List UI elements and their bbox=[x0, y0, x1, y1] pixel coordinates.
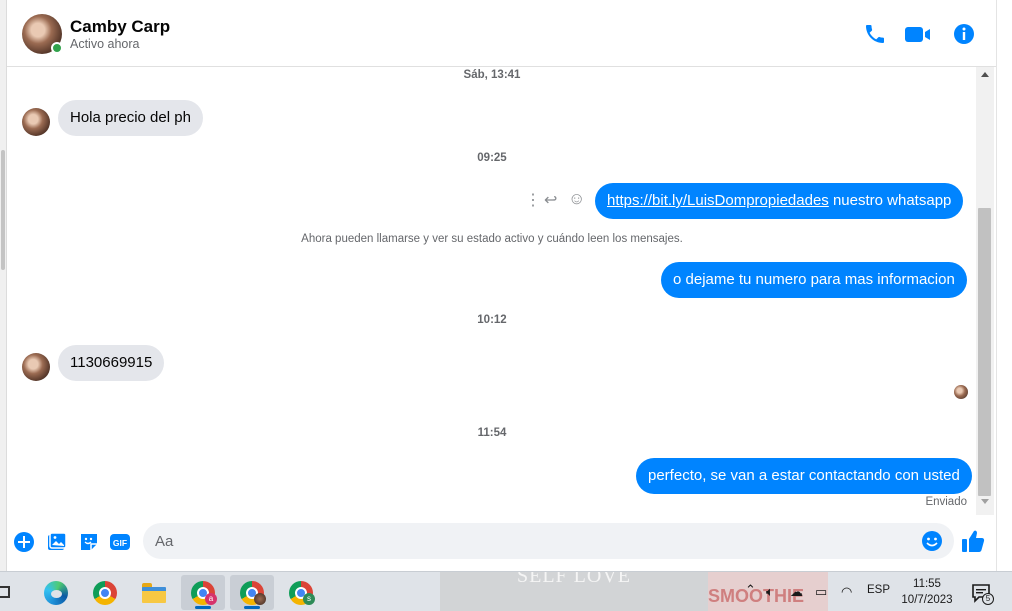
outgoing-message[interactable]: perfecto, se van a estar contactando con… bbox=[636, 458, 972, 494]
react-emoji-icon[interactable]: ☺ bbox=[568, 189, 585, 209]
reply-icon[interactable]: ↩ bbox=[544, 190, 557, 210]
wifi-icon[interactable]: ◠ bbox=[841, 584, 852, 600]
taskbar-file-explorer[interactable] bbox=[132, 575, 176, 610]
chat-scrollbar[interactable] bbox=[976, 67, 994, 515]
info-icon[interactable] bbox=[952, 22, 976, 46]
system-clock[interactable]: 11:55 10/7/2023 bbox=[898, 576, 956, 608]
seen-receipt-avatar bbox=[954, 385, 968, 399]
message-text: nuestro whatsapp bbox=[828, 192, 952, 209]
clock-date: 10/7/2023 bbox=[901, 594, 953, 606]
folder-icon bbox=[142, 582, 166, 603]
taskbar-chrome-profile-s[interactable]: s bbox=[279, 575, 323, 610]
timestamp: 10:12 bbox=[477, 314, 507, 326]
online-status-dot bbox=[51, 42, 63, 54]
profile-badge: s bbox=[303, 593, 315, 605]
incoming-message[interactable]: Hola precio del ph bbox=[58, 100, 203, 136]
video-call-icon[interactable] bbox=[904, 22, 934, 46]
system-note: Ahora pueden llamarse y ver su estado ac… bbox=[301, 233, 683, 245]
message-thread[interactable]: Sáb, 13:41 Hola precio del ph 09:25 ⋮ ↩ … bbox=[7, 67, 977, 515]
contact-status: Activo ahora bbox=[70, 37, 140, 51]
conversation-header: Camby Carp Activo ahora bbox=[7, 0, 996, 67]
delivery-status: Enviado bbox=[925, 496, 967, 508]
clock-time: 11:55 bbox=[913, 578, 941, 590]
outgoing-message[interactable]: o dejame tu numero para mas informacion bbox=[661, 262, 967, 298]
scroll-down-arrow[interactable] bbox=[981, 499, 989, 504]
scroll-thumb[interactable] bbox=[978, 208, 991, 496]
volume-icon[interactable]: 🔈︎ bbox=[766, 584, 774, 600]
left-scrollbar[interactable] bbox=[1, 150, 5, 270]
taskbar-chrome-profile-a[interactable]: a bbox=[181, 575, 225, 610]
photo-icon[interactable] bbox=[46, 531, 68, 553]
plus-icon[interactable] bbox=[13, 531, 35, 553]
chevron-up-icon[interactable]: ⌃ bbox=[745, 582, 756, 598]
more-options-icon[interactable]: ⋮ bbox=[525, 190, 541, 210]
contact-avatar-small[interactable] bbox=[22, 353, 50, 381]
message-link[interactable]: https://bit.ly/LuisDompropiedades bbox=[607, 192, 829, 209]
taskbar-edge[interactable] bbox=[34, 575, 78, 610]
windows-taskbar: a s SELF LOVE SMOOTHIE ⌃ 🔈︎ ☁︎ ▭ ◠ ESP 1… bbox=[0, 571, 1012, 611]
edge-icon bbox=[44, 580, 68, 605]
svg-text:GIF: GIF bbox=[113, 538, 127, 548]
scroll-up-arrow[interactable] bbox=[981, 72, 989, 77]
gif-icon[interactable]: GIF bbox=[109, 531, 131, 553]
profile-avatar-badge bbox=[254, 593, 266, 605]
message-input[interactable] bbox=[143, 523, 954, 559]
taskbar-chrome[interactable] bbox=[83, 575, 127, 610]
chrome-icon bbox=[93, 580, 117, 605]
profile-badge: a bbox=[205, 593, 217, 605]
active-indicator bbox=[195, 606, 211, 609]
taskbar-chrome-profile-photo[interactable] bbox=[230, 575, 274, 610]
sticker-icon[interactable] bbox=[78, 531, 100, 553]
contact-name[interactable]: Camby Carp bbox=[70, 17, 170, 37]
right-window-edge bbox=[996, 0, 1012, 571]
desktop-wallpaper: SELF LOVE bbox=[440, 572, 708, 611]
phone-call-icon[interactable] bbox=[863, 22, 887, 46]
message-composer: GIF bbox=[7, 515, 996, 571]
contact-avatar-small[interactable] bbox=[22, 108, 50, 136]
task-view-icon[interactable] bbox=[0, 586, 10, 598]
timestamp: 09:25 bbox=[477, 152, 507, 164]
input-language[interactable]: ESP bbox=[867, 584, 890, 596]
timestamp: 11:54 bbox=[477, 427, 507, 439]
incoming-message[interactable]: 1130669915 bbox=[58, 345, 165, 381]
thumbs-up-icon[interactable] bbox=[960, 528, 986, 554]
emoji-icon[interactable] bbox=[921, 530, 943, 552]
battery-icon[interactable]: ▭ bbox=[815, 584, 827, 600]
notification-count: 5 bbox=[982, 593, 994, 605]
onedrive-icon[interactable]: ☁︎ bbox=[790, 584, 803, 600]
active-indicator bbox=[244, 606, 260, 609]
outgoing-message[interactable]: https://bit.ly/LuisDompropiedades nuestr… bbox=[595, 183, 964, 219]
timestamp: Sáb, 13:41 bbox=[463, 69, 521, 81]
message-actions: ⋮ ↩ ☺ bbox=[522, 189, 590, 211]
left-window-edge bbox=[0, 0, 7, 571]
